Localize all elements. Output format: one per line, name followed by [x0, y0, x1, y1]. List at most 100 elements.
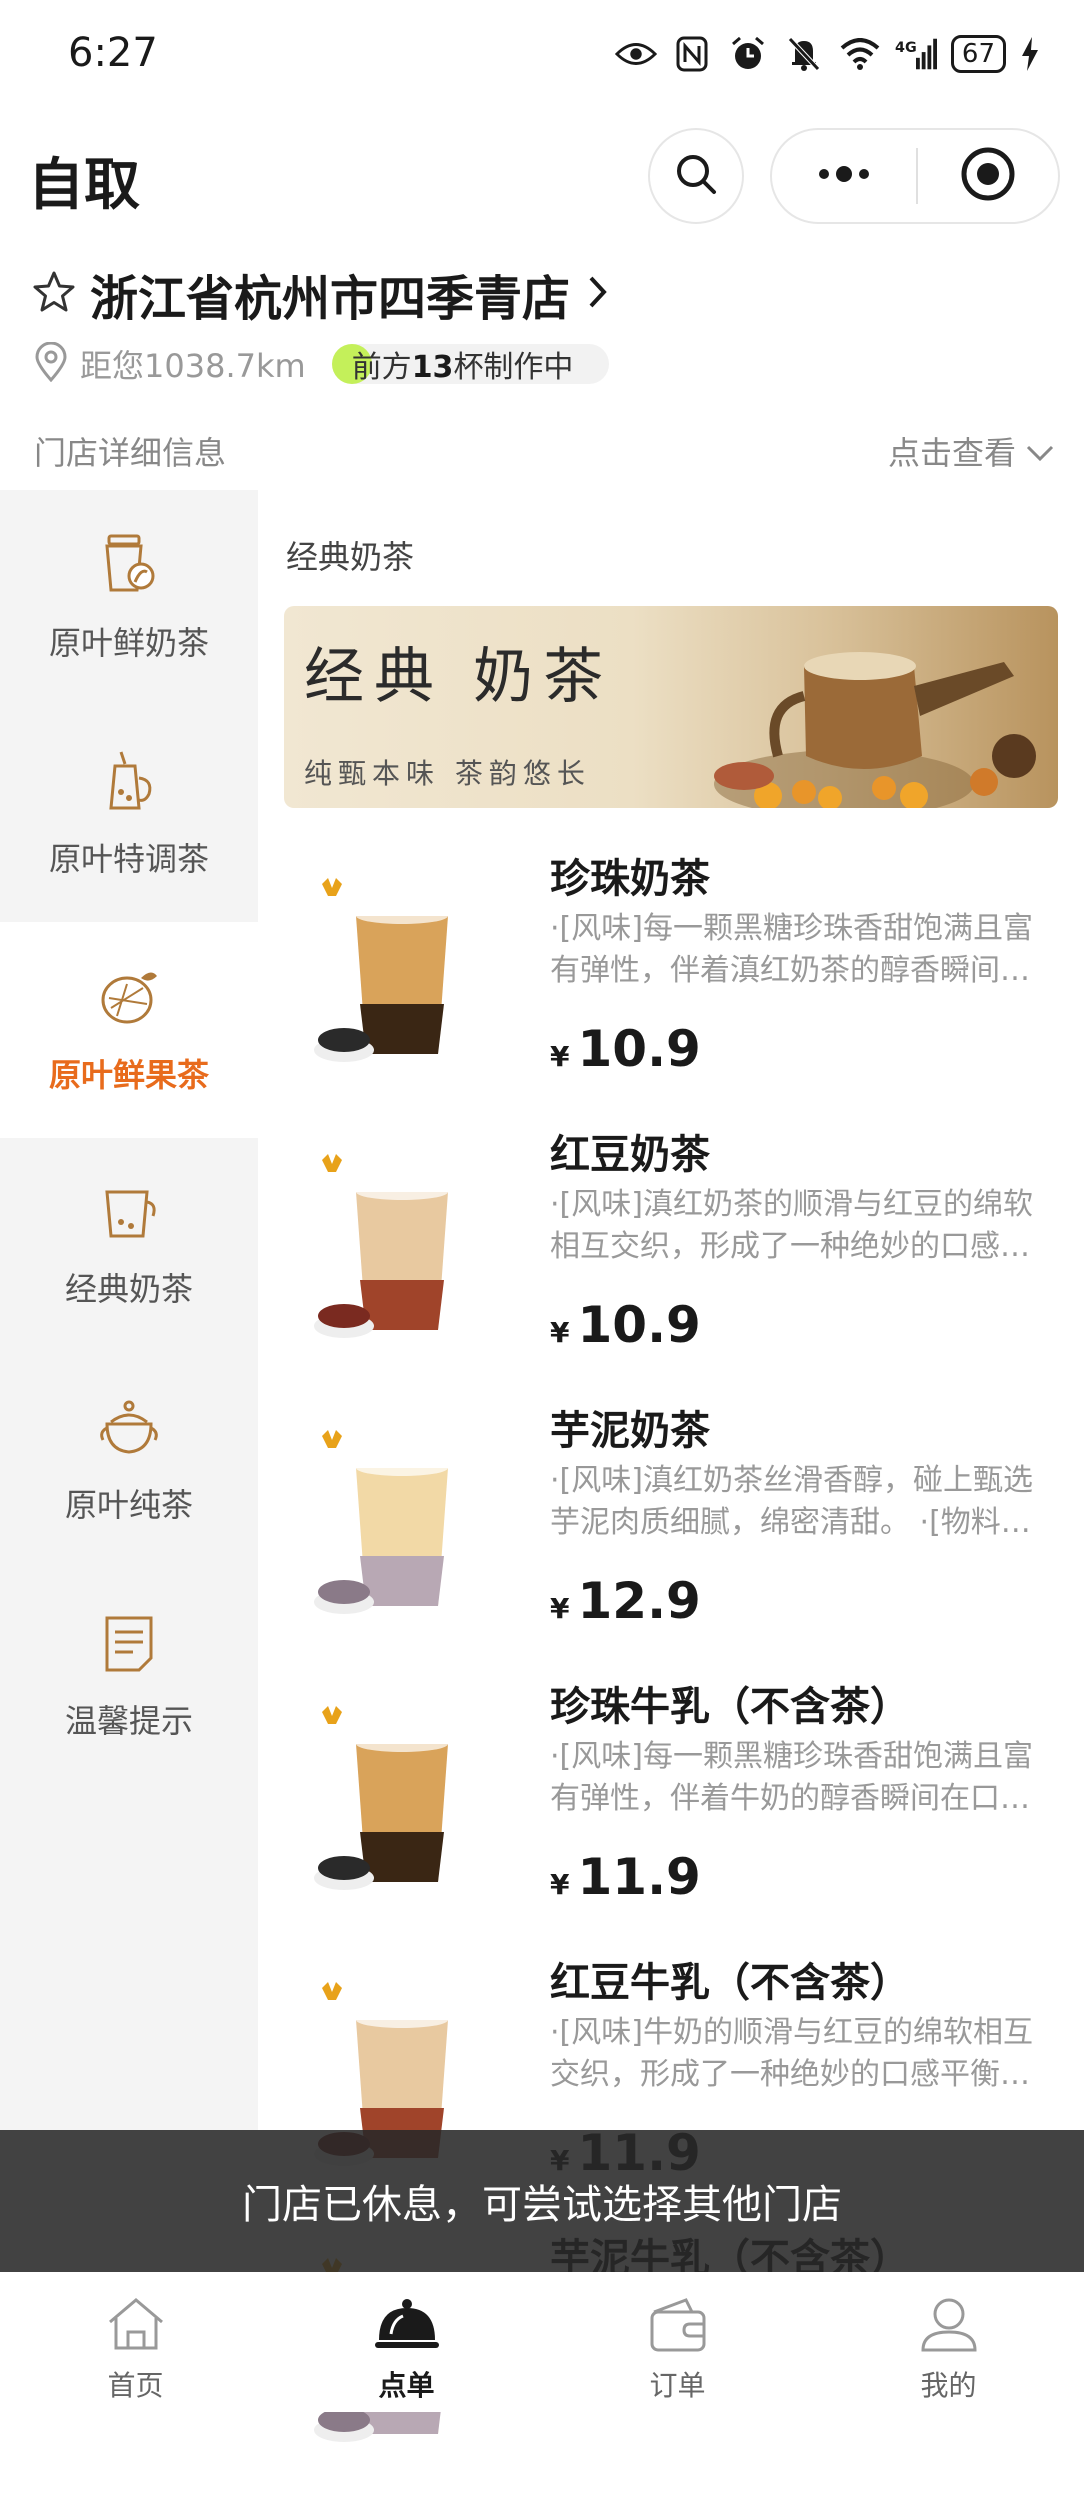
nav-order[interactable]: 点单 [271, 2272, 542, 2412]
sidebar-item-label: 经典奶茶 [64, 1270, 193, 1308]
sidebar-item-label: 原叶特调茶 [48, 840, 209, 878]
price-currency: ¥ [550, 1592, 570, 1625]
category-banner: 经典 奶茶 纯甄本味 茶韵悠长 [284, 606, 1058, 808]
profile-icon [917, 2296, 981, 2356]
product-description: ·[风味]滇红奶茶丝滑香醇，碰上甄选芋泥肉质细腻，绵密清甜。 ·[物料… [550, 1463, 1033, 1540]
price-value: 12.9 [577, 1572, 701, 1630]
sidebar-item-label: 温馨提示 [64, 1702, 193, 1740]
category-sidebar: 原叶鲜奶茶 原叶特调茶 原叶鲜果茶 经典奶茶 原叶纯茶 温馨提示 [0, 490, 258, 2130]
sidebar-item-special-tea[interactable]: 原叶特调茶 [0, 706, 258, 922]
svg-text:4G: 4G [895, 40, 917, 56]
search-icon [674, 152, 718, 200]
store-selector[interactable]: 浙江省杭州市四季青店 [32, 262, 608, 327]
nav-home[interactable]: 首页 [0, 2272, 271, 2412]
product-name: 芋泥奶茶 [550, 1408, 710, 1454]
status-time: 6:27 [68, 30, 158, 76]
product-price: ¥11.9 [550, 1848, 701, 1906]
sidebar-item-fresh-milk-tea[interactable]: 原叶鲜奶茶 [0, 490, 258, 706]
product-price: ¥10.9 [550, 1020, 701, 1078]
product-item[interactable]: 珍珠牛乳（不含茶） ·[风味]每一颗黑糖珍珠香甜饱满且富有弹性，伴着牛奶的醇香瞬间… [284, 1674, 1064, 1950]
alarm-icon [727, 33, 769, 75]
store-detail-toggle[interactable]: 点击查看 [888, 428, 1054, 474]
fruit-tea-icon [97, 964, 161, 1032]
search-button[interactable] [648, 128, 744, 224]
banner-teapot-image [714, 652, 1036, 808]
sidebar-item-fruit-tea[interactable]: 原叶鲜果茶 [0, 922, 258, 1138]
product-description: ·[风味]每一颗黑糖珍珠香甜饱满且富有弹性，伴着滇红奶茶的醇香瞬间… [550, 911, 1033, 988]
product-description: ·[风味]滇红奶茶的顺滑与红豆的绵软相互交织，形成了一种绝妙的口感… [550, 1187, 1033, 1264]
nav-orders-label: 订单 [649, 2369, 706, 2402]
page-title: 自取 [28, 153, 140, 218]
product-name: 红豆牛乳（不含茶） [550, 1960, 910, 2006]
product-image [314, 878, 448, 1062]
product-name: 珍珠牛乳（不含茶） [550, 1684, 910, 1730]
product-image [314, 1706, 448, 1890]
product-image [314, 1154, 448, 1338]
home-icon [104, 2296, 168, 2356]
nav-profile[interactable]: 我的 [813, 2272, 1084, 2412]
signal-4g-icon: 4G [895, 33, 937, 75]
nav-profile-label: 我的 [920, 2369, 977, 2402]
mute-bell-icon [783, 33, 825, 75]
sidebar-item-notice[interactable]: 温馨提示 [0, 1570, 258, 1786]
queue-text: 前方13杯制作中 [351, 350, 574, 384]
classic-milk-tea-icon [101, 1182, 157, 1246]
chevron-right-icon [588, 275, 608, 313]
sidebar-item-classic-milk-tea[interactable]: 经典奶茶 [0, 1138, 258, 1354]
queue-count: 13 [411, 350, 454, 384]
price-value: 10.9 [577, 1020, 701, 1078]
store-meta: 距您1038.7km 前方13杯制作中 [34, 340, 610, 388]
notice-icon [103, 1614, 155, 1678]
battery-level: 67 [950, 35, 1006, 73]
target-close-icon [960, 146, 1016, 206]
nav-orders[interactable]: 订单 [542, 2272, 813, 2412]
queue-status-badge: 前方13杯制作中 [331, 344, 610, 384]
sidebar-item-label: 原叶纯茶 [64, 1486, 193, 1524]
product-price: ¥10.9 [550, 1296, 701, 1354]
nav-order-label: 点单 [378, 2369, 435, 2402]
sidebar-item-label: 原叶鲜果茶 [48, 1056, 209, 1094]
product-item[interactable]: 珍珠奶茶 ·[风味]每一颗黑糖珍珠香甜饱满且富有弹性，伴着滇红奶茶的醇香瞬间… ¥1… [284, 846, 1064, 1122]
price-value: 10.9 [577, 1296, 701, 1354]
nav-home-label: 首页 [107, 2369, 164, 2402]
teapot-icon [99, 1398, 159, 1462]
price-value: 11.9 [577, 1848, 701, 1906]
eye-icon [614, 33, 657, 75]
store-distance: 距您1038.7km [80, 347, 306, 385]
product-price: ¥12.9 [550, 1572, 701, 1630]
toast-text: 门店已休息，可尝试选择其他门店 [242, 2182, 842, 2228]
price-currency: ¥ [550, 1868, 570, 1901]
price-currency: ¥ [550, 1040, 570, 1073]
order-cloche-icon [374, 2296, 439, 2356]
product-description: ·[风味]牛奶的顺滑与红豆的绵软相互交织，形成了一种绝妙的口感平衡… [550, 2015, 1033, 2092]
sidebar-item-pure-tea[interactable]: 原叶纯茶 [0, 1354, 258, 1570]
charging-icon [1020, 33, 1040, 75]
more-dots-icon [814, 164, 874, 188]
banner-title: 经典 奶茶 [304, 642, 614, 712]
chevron-down-icon [1026, 432, 1054, 470]
product-image [314, 1430, 448, 1614]
wifi-icon [839, 33, 881, 75]
product-name: 红豆奶茶 [550, 1132, 710, 1178]
product-item[interactable]: 红豆奶茶 ·[风味]滇红奶茶的顺滑与红豆的绵软相互交织，形成了一种绝妙的口感… ¥1… [284, 1122, 1064, 1398]
product-description: ·[风味]每一颗黑糖珍珠香甜饱满且富有弹性，伴着牛奶的醇香瞬间在口… [550, 1739, 1033, 1816]
close-miniprogram-button[interactable] [918, 130, 1058, 222]
status-bar: 6:27 4G 67 [0, 0, 1084, 110]
store-detail-label: 门店详细信息 [34, 434, 227, 472]
bottom-nav: 首页 点单 订单 我的 [0, 2272, 1084, 2412]
store-detail-link-text: 点击查看 [887, 434, 1016, 472]
sidebar-item-label: 原叶鲜奶茶 [48, 624, 209, 662]
miniprogram-capsule [770, 128, 1060, 224]
location-pin-icon [34, 341, 68, 386]
product-name: 珍珠奶茶 [550, 856, 710, 902]
banner-subtitle: 纯甄本味 茶韵悠长 [304, 757, 591, 790]
section-title: 经典奶茶 [286, 538, 415, 576]
favorite-star-icon[interactable] [32, 270, 76, 318]
price-currency: ¥ [550, 1316, 570, 1349]
more-button[interactable] [772, 130, 916, 222]
orders-wallet-icon [646, 2296, 710, 2356]
nfc-icon [671, 33, 713, 75]
store-closed-toast: 门店已休息，可尝试选择其他门店 [0, 2130, 1084, 2272]
product-item[interactable]: 芋泥奶茶 ·[风味]滇红奶茶丝滑香醇，碰上甄选芋泥肉质细腻，绵密清甜。 ·[物料…… [284, 1398, 1064, 1674]
special-tea-icon [99, 748, 159, 816]
